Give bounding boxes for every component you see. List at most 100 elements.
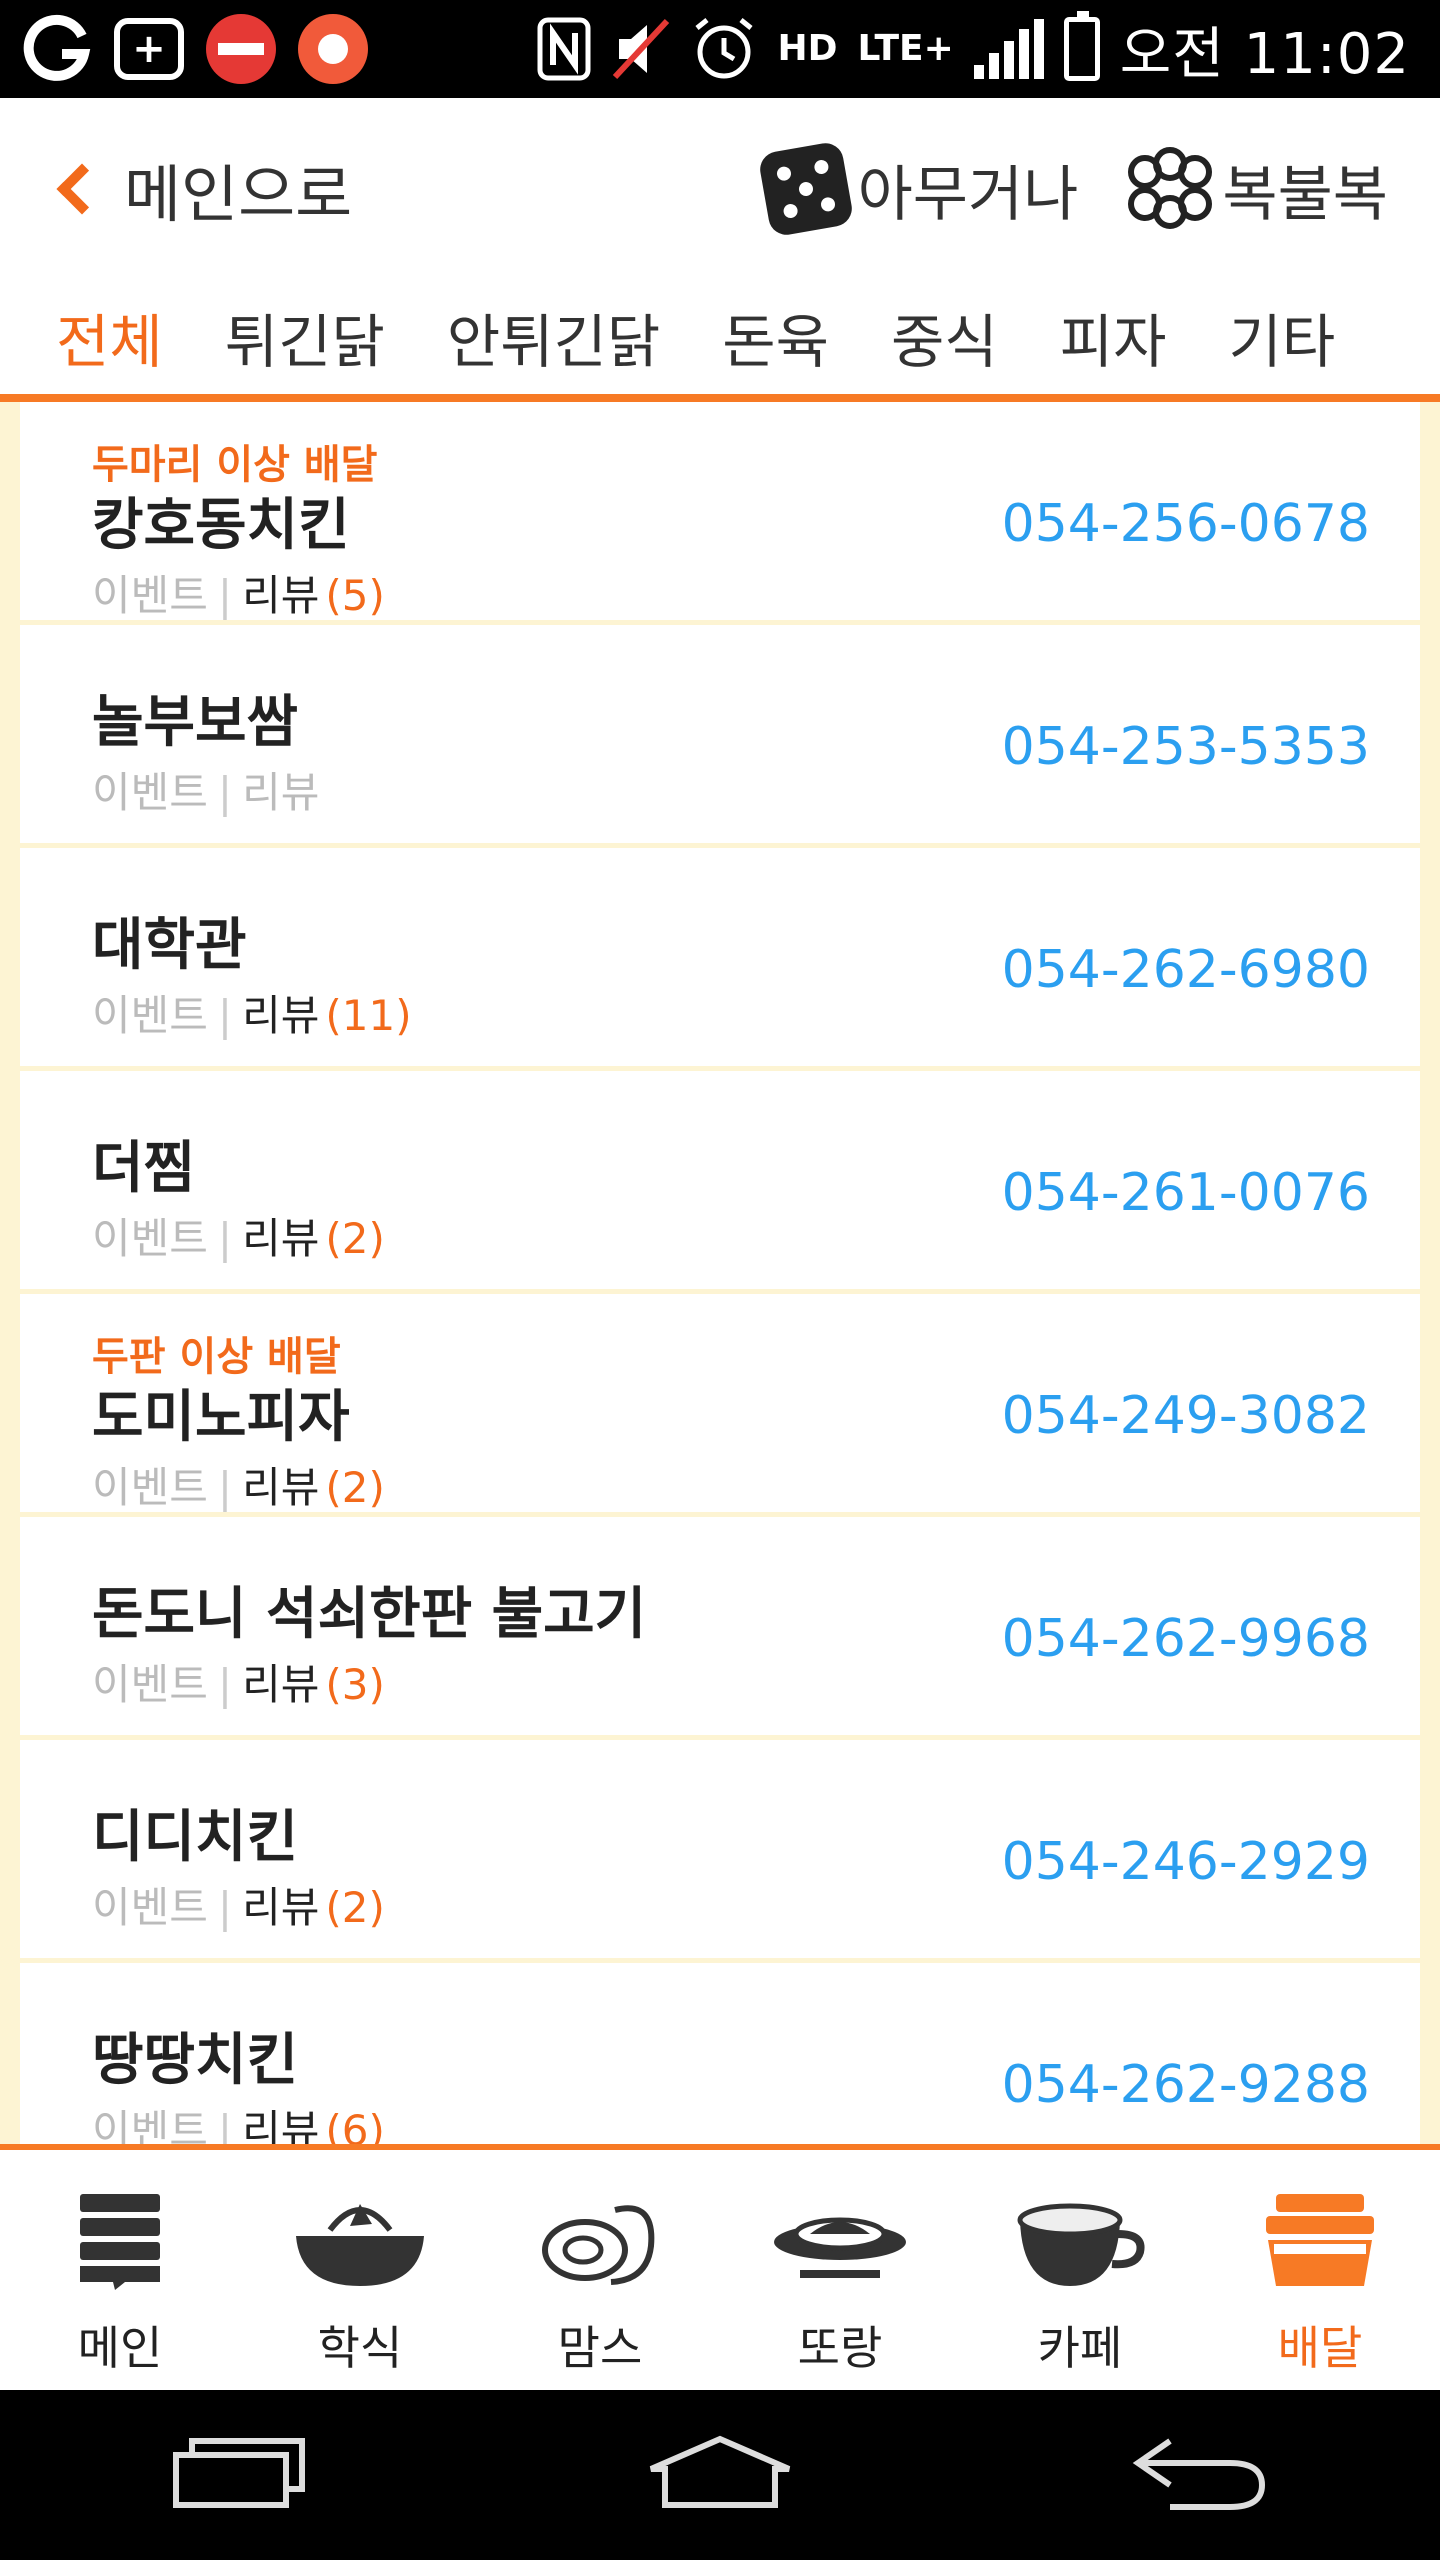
list-item[interactable]: 두판 이상 배달 도미노피자 이벤트 | 리뷰 (2) 054-249-3082 — [20, 1294, 1420, 1517]
review-link[interactable]: 리뷰 — [242, 1214, 319, 1263]
tab-chinese[interactable]: 중식 — [891, 295, 998, 379]
event-link[interactable]: 이벤트 — [92, 1660, 208, 1709]
item-meta: 이벤트 | 리뷰 — [92, 768, 320, 817]
recent-apps-icon — [170, 2433, 310, 2517]
phone-number[interactable]: 054-262-9288 — [1002, 2055, 1370, 2115]
nav-ttorang[interactable]: 또랑 — [720, 2150, 960, 2390]
item-meta: 이벤트 | 리뷰 (2) — [92, 1883, 385, 1932]
record-icon — [298, 14, 368, 84]
list-item[interactable]: 더찜 이벤트 | 리뷰 (2) 054-261-0076 — [20, 1071, 1420, 1294]
item-meta: 이벤트 | 리뷰 (5) — [92, 571, 385, 620]
restaurant-name: 디디치킨 — [92, 1805, 299, 1870]
phone-number[interactable]: 054-253-5353 — [1002, 717, 1370, 777]
back-to-main-button[interactable]: 메인으로 — [0, 98, 352, 280]
nav-cafe[interactable]: 카페 — [960, 2150, 1200, 2390]
item-meta: 이벤트 | 리뷰 (11) — [92, 991, 412, 1040]
mute-icon — [611, 17, 671, 81]
battery-icon — [1063, 11, 1100, 81]
review-link[interactable]: 리뷰 — [242, 1660, 319, 1709]
review-link[interactable]: 리뷰 — [242, 2106, 319, 2144]
review-link[interactable]: 리뷰 — [242, 1883, 319, 1932]
event-link[interactable]: 이벤트 — [92, 571, 208, 620]
system-nav-bar — [0, 2390, 1440, 2560]
home-icon — [645, 2433, 795, 2517]
no-entry-icon — [206, 14, 276, 84]
recent-apps-button[interactable] — [140, 2425, 340, 2525]
nav-moms[interactable]: 맘스 — [480, 2150, 720, 2390]
phone-number[interactable]: 054-262-6980 — [1002, 940, 1370, 1000]
nav-moms-label: 맘스 — [557, 2321, 643, 2375]
restaurant-name: 땅땅치킨 — [92, 2028, 299, 2093]
event-link[interactable]: 이벤트 — [92, 2106, 208, 2144]
review-link[interactable]: 리뷰 — [242, 991, 319, 1040]
delivery-box-icon — [1250, 2190, 1390, 2290]
restaurant-name: 돈도니 석쇠한판 불고기 — [92, 1582, 647, 1647]
event-link[interactable]: 이벤트 — [92, 768, 208, 817]
restaurant-name: 캉호동치킨 — [92, 493, 350, 558]
list-item[interactable]: 놀부보쌈 이벤트 | 리뷰 054-253-5353 — [20, 625, 1420, 848]
lottery-button[interactable]: 복불복 — [1128, 146, 1388, 233]
signal-icon — [973, 19, 1044, 79]
random-pick-button[interactable]: 아무거나 — [756, 140, 1078, 238]
tab-all[interactable]: 전체 — [56, 295, 163, 379]
phone-number[interactable]: 054-261-0076 — [1002, 1163, 1370, 1223]
rice-bowl-icon — [290, 2190, 430, 2290]
review-link[interactable]: 리뷰 — [242, 1463, 319, 1512]
list-item[interactable]: 대학관 이벤트 | 리뷰 (11) 054-262-6980 — [20, 848, 1420, 1071]
event-link[interactable]: 이벤트 — [92, 1883, 208, 1932]
status-bar: + HD LTE+ 오전 11:02 — [0, 0, 1440, 98]
nav-cafeteria[interactable]: 학식 — [240, 2150, 480, 2390]
list-item[interactable]: 디디치킨 이벤트 | 리뷰 (2) 054-246-2929 — [20, 1740, 1420, 1963]
event-link[interactable]: 이벤트 — [92, 1214, 208, 1263]
review-count: (11) — [325, 991, 412, 1040]
coffee-cup-icon — [1010, 2190, 1150, 2290]
phone-number[interactable]: 054-246-2929 — [1002, 1832, 1370, 1892]
plate-icon — [770, 2190, 910, 2290]
item-meta: 이벤트 | 리뷰 (6) — [92, 2097, 385, 2144]
tab-non-fried-chicken[interactable]: 안튀긴닭 — [447, 295, 660, 379]
list-item[interactable]: 돈도니 석쇠한판 불고기 이벤트 | 리뷰 (3) 054-262-9968 — [20, 1517, 1420, 1740]
nav-cafeteria-label: 학식 — [317, 2321, 403, 2375]
hd-voice-icon: HD — [777, 28, 838, 69]
back-button[interactable] — [1100, 2425, 1300, 2525]
item-meta: 이벤트 | 리뷰 (2) — [92, 1214, 385, 1263]
review-count: (2) — [325, 1883, 385, 1932]
nav-delivery[interactable]: 배달 — [1200, 2150, 1440, 2390]
event-link[interactable]: 이벤트 — [92, 1463, 208, 1512]
tab-etc[interactable]: 기타 — [1228, 295, 1335, 379]
tab-pizza[interactable]: 피자 — [1060, 295, 1167, 379]
review-link[interactable]: 리뷰 — [242, 768, 319, 817]
lottery-label: 복불복 — [1222, 159, 1388, 230]
tab-pork[interactable]: 돈육 — [722, 295, 829, 379]
nav-delivery-label: 배달 — [1277, 2321, 1363, 2375]
bottom-nav: 메인 학식 맘스 또랑 카페 배달 — [0, 2144, 1440, 2390]
event-link[interactable]: 이벤트 — [92, 991, 208, 1040]
home-button[interactable] — [620, 2425, 820, 2525]
item-meta: 이벤트 | 리뷰 (2) — [92, 1463, 385, 1512]
menu-stack-icon — [50, 2190, 190, 2290]
list-item[interactable]: 두마리 이상 배달 캉호동치킨 이벤트 | 리뷰 (5) 054-256-0678 — [20, 402, 1420, 625]
nav-main-label: 메인 — [77, 2321, 163, 2375]
review-count: (6) — [325, 2106, 385, 2144]
list-item[interactable]: 땅땅치킨 이벤트 | 리뷰 (6) 054-262-9288 — [20, 1963, 1420, 2144]
restaurant-name: 더찜 — [92, 1136, 196, 1201]
restaurant-name: 도미노피자 — [92, 1385, 350, 1450]
review-link[interactable]: 리뷰 — [242, 571, 319, 620]
review-count: (2) — [325, 1463, 385, 1512]
phone-number[interactable]: 054-249-3082 — [1002, 1386, 1370, 1446]
nfc-icon — [537, 17, 591, 81]
top-header: 메인으로 아무거나 복불복 — [0, 98, 1440, 280]
restaurant-name: 대학관 — [92, 913, 247, 978]
nav-cafe-label: 카페 — [1037, 2321, 1123, 2375]
clock: 오전 11:02 — [1119, 21, 1410, 87]
item-meta: 이벤트 | 리뷰 (3) — [92, 1660, 385, 1709]
chevron-left-icon — [56, 163, 108, 215]
review-count: (2) — [325, 1214, 385, 1263]
tab-fried-chicken[interactable]: 튀긴닭 — [225, 295, 385, 379]
add-box-icon: + — [114, 18, 184, 80]
nav-main[interactable]: 메인 — [0, 2150, 240, 2390]
review-count: (5) — [325, 571, 385, 620]
phone-number[interactable]: 054-256-0678 — [1002, 494, 1370, 554]
phone-number[interactable]: 054-262-9968 — [1002, 1609, 1370, 1669]
mom-face-icon — [530, 2190, 670, 2290]
